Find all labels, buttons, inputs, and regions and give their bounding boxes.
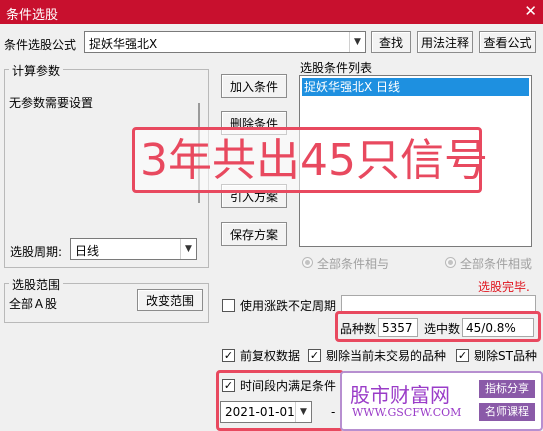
radio-and-label: 全部条件相与 — [317, 257, 390, 271]
annotation-text: 3年共出45只信号 — [140, 135, 488, 186]
count-highlight-box — [335, 311, 541, 342]
find-button[interactable]: 查找 — [371, 31, 411, 53]
watermark-tag1: 指标分享 — [479, 380, 535, 398]
time-range-highlight-box — [216, 370, 344, 431]
watermark-tag2: 名师课程 — [479, 403, 535, 421]
exclude-untraded-label: 剔除当前未交易的品种 — [326, 349, 447, 363]
exclude-st-checkbox[interactable]: ✓ — [456, 349, 469, 362]
exclude-untraded-checkbox[interactable]: ✓ — [308, 349, 321, 362]
formula-select[interactable]: 捉妖华强北X ▼ — [84, 31, 366, 53]
formula-value: 捉妖华强北X — [89, 37, 158, 51]
watermark: 股市财富网 WWW.GSCFW.COM 指标分享 名师课程 — [340, 371, 543, 431]
close-icon[interactable]: ✕ — [524, 2, 537, 20]
radio-and[interactable] — [302, 257, 313, 268]
conditions-title: 选股条件列表 — [300, 61, 373, 75]
watermark-brand: 股市财富网 — [350, 383, 450, 407]
formula-label: 条件选股公式 — [4, 38, 77, 52]
unfixed-period-label: 使用涨跌不定周期 — [240, 299, 337, 313]
change-scope-button[interactable]: 改变范围 — [137, 289, 203, 311]
save-scheme-button[interactable]: 保存方案 — [221, 222, 287, 246]
status-done: 选股完毕. — [478, 280, 530, 294]
condition-item[interactable]: 捉妖华强北X 日线 — [302, 78, 529, 96]
exclude-st-label: 剔除ST品种 — [474, 349, 537, 363]
params-group-title: 计算参数 — [9, 62, 64, 79]
view-formula-button[interactable]: 查看公式 — [479, 31, 536, 53]
scope-value: 全部Ａ股 — [9, 297, 58, 311]
window-title: 条件选股 — [6, 8, 59, 23]
watermark-url: WWW.GSCFW.COM — [352, 406, 462, 419]
period-value: 日线 — [75, 244, 100, 258]
chevron-down-icon[interactable]: ▼ — [180, 239, 196, 259]
radio-or[interactable] — [445, 257, 456, 268]
scope-group-title: 选股范围 — [9, 276, 64, 293]
unfixed-period-checkbox[interactable] — [222, 299, 235, 312]
period-label: 选股周期: — [10, 245, 63, 259]
adjusted-checkbox[interactable]: ✓ — [222, 349, 235, 362]
adjusted-label: 前复权数据 — [240, 349, 301, 363]
usage-button[interactable]: 用法注释 — [417, 31, 473, 53]
title-bar: 条件选股 ✕ — [0, 0, 543, 24]
add-condition-button[interactable]: 加入条件 — [221, 74, 287, 98]
params-message: 无参数需要设置 — [9, 96, 94, 110]
chevron-down-icon[interactable]: ▼ — [349, 32, 365, 52]
radio-or-label: 全部条件相或 — [460, 257, 533, 271]
period-select[interactable]: 日线 ▼ — [70, 238, 197, 260]
